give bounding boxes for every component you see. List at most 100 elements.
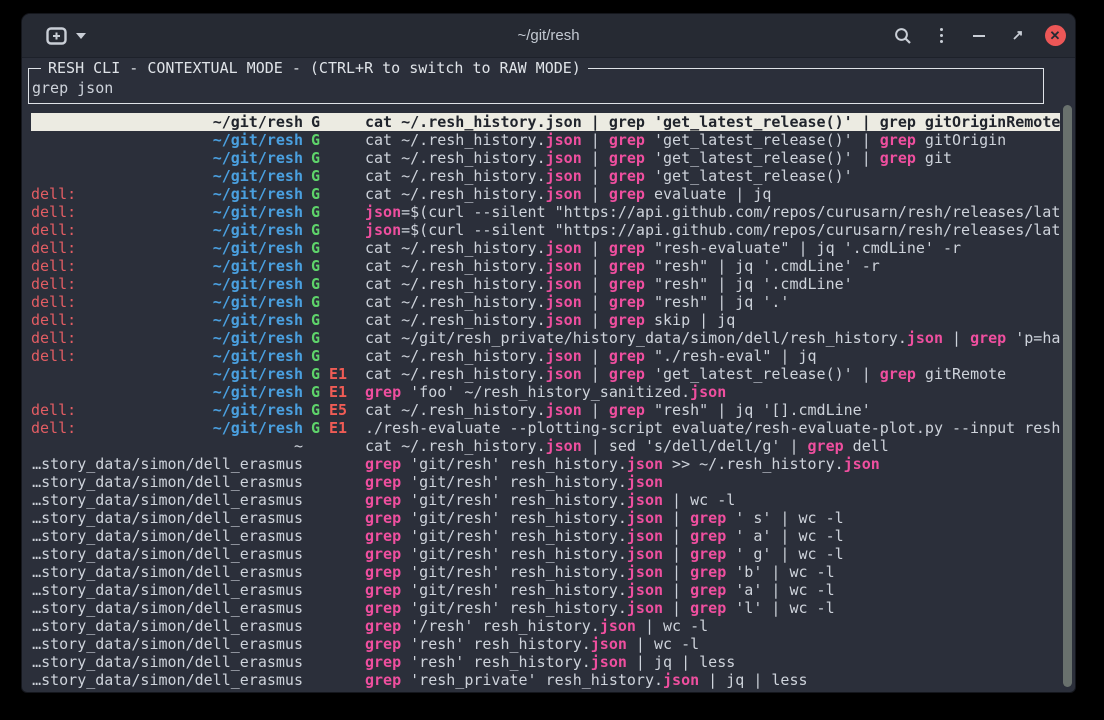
- command-segment: json: [591, 635, 627, 653]
- history-row[interactable]: dell:~/git/reshGE1./resh-evaluate --plot…: [31, 419, 1060, 437]
- history-row[interactable]: ~/git/reshGcat ~/.resh_history.json | gr…: [31, 113, 1060, 131]
- history-row[interactable]: dell:~/git/reshGcat ~/.resh_history.json…: [31, 185, 1060, 203]
- flag-g: G: [311, 257, 320, 275]
- command-text: grep 'git/resh' resh_history.json | grep…: [365, 581, 1060, 599]
- command-segment: 'l' | wc -l: [726, 599, 834, 617]
- flags: GE5: [311, 401, 365, 419]
- command-segment: grep: [880, 149, 916, 167]
- flag-g: G: [311, 113, 320, 131]
- path-label: ~/git/resh: [213, 131, 303, 149]
- command-text: grep 'git/resh' resh_history.json >> ~/.…: [365, 455, 1060, 473]
- path-label: ~/git/resh: [213, 239, 303, 257]
- history-row[interactable]: dell:~/git/reshGcat ~/.resh_history.json…: [31, 311, 1060, 329]
- history-row[interactable]: ~cat ~/.resh_history.json | sed 's/dell/…: [31, 437, 1060, 455]
- path-label: ~/git/resh: [213, 185, 303, 203]
- flags: GE1: [311, 383, 365, 401]
- history-row[interactable]: dell:~/git/reshGcat ~/.resh_history.json…: [31, 239, 1060, 257]
- flag-g: G: [311, 419, 320, 437]
- command-segment: grep: [365, 617, 401, 635]
- path-label: ~/git/resh: [213, 383, 303, 401]
- new-tab-button[interactable]: [40, 23, 92, 49]
- history-row[interactable]: …story_data/simon/dell_erasmusgrep 'resh…: [31, 671, 1060, 689]
- terminal-plus-icon: [46, 27, 67, 45]
- history-row[interactable]: ~/git/reshGcat ~/.resh_history.json | gr…: [31, 131, 1060, 149]
- history-row[interactable]: …story_data/simon/dell_erasmusgrep 'git/…: [31, 509, 1060, 527]
- menu-button[interactable]: [929, 24, 953, 48]
- history-row[interactable]: ~/git/resh GE1grep 'foo' ~/resh_history_s…: [31, 383, 1060, 401]
- flag-g: G: [311, 293, 320, 311]
- history-row[interactable]: dell:~/git/reshGcat ~/.resh_history.json…: [31, 257, 1060, 275]
- command-segment: ' g' | wc -l: [726, 545, 843, 563]
- command-segment: grep: [365, 671, 401, 689]
- command-text: cat ~/.resh_history.json | grep "resh" |…: [365, 275, 1060, 293]
- history-row[interactable]: …story_data/simon/dell_erasmusgrep 'git/…: [31, 581, 1060, 599]
- history-row[interactable]: dell:~/git/reshGcat ~/.resh_history.json…: [31, 275, 1060, 293]
- flags: G: [311, 185, 365, 203]
- flags: G: [311, 167, 365, 185]
- close-button[interactable]: ✕: [1043, 24, 1067, 48]
- history-row[interactable]: …story_data/simon/dell_erasmusgrep 'git/…: [31, 563, 1060, 581]
- history-row[interactable]: ~/git/reshGcat ~/.resh_history.json | gr…: [31, 167, 1060, 185]
- history-row[interactable]: …story_data/simon/dell_erasmusgrep '/res…: [31, 617, 1060, 635]
- command-segment: json: [600, 617, 636, 635]
- history-row[interactable]: dell:~/git/reshGjson=$(curl --silent "ht…: [31, 203, 1060, 221]
- history-row[interactable]: dell:~/git/reshGcat ~/.resh_history.json…: [31, 293, 1060, 311]
- flags: GE1: [311, 365, 365, 383]
- command-segment: cat ~/git/resh_private/history_data/simo…: [365, 329, 907, 347]
- command-segment: grep: [609, 113, 645, 131]
- history-row[interactable]: …story_data/simon/dell_erasmusgrep 'git/…: [31, 455, 1060, 473]
- flag-g: G: [311, 221, 320, 239]
- command-segment: grep: [880, 113, 916, 131]
- history-row[interactable]: dell:~/git/reshGcat ~/.resh_history.json…: [31, 347, 1060, 365]
- search-button[interactable]: [891, 24, 915, 48]
- command-segment: | wc -l: [636, 617, 708, 635]
- resh-header-box: RESH CLI - CONTEXTUAL MODE - (CTRL+R to …: [28, 68, 1044, 104]
- titlebar[interactable]: ~/git/resh: [22, 14, 1075, 58]
- command-segment: "./resh-eval" | jq: [645, 347, 817, 365]
- search-query-input[interactable]: grep json: [32, 79, 113, 97]
- history-row[interactable]: dell:~/git/reshGcat ~/git/resh_private/h…: [31, 329, 1060, 347]
- history-row[interactable]: ~/git/reshGcat ~/.resh_history.json | gr…: [31, 149, 1060, 167]
- command-segment: |: [582, 131, 609, 149]
- command-segment: |: [663, 599, 690, 617]
- history-row[interactable]: …story_data/simon/dell_erasmusgrep 'git/…: [31, 527, 1060, 545]
- history-row[interactable]: ~/git/reshGE1cat ~/.resh_history.json | …: [31, 365, 1060, 383]
- history-row[interactable]: …story_data/simon/dell_erasmusgrep 'git/…: [31, 473, 1060, 491]
- history-row[interactable]: …story_data/simon/dell_erasmusgrep 'resh…: [31, 653, 1060, 671]
- command-segment: cat ~/.resh_history.: [365, 401, 546, 419]
- history-row[interactable]: …story_data/simon/dell_erasmusgrep 'git/…: [31, 599, 1060, 617]
- history-row[interactable]: …story_data/simon/dell_erasmusgrep 'resh…: [31, 635, 1060, 653]
- host-path-cell: …story_data/simon/dell_erasmus: [31, 617, 303, 635]
- command-segment: 'foo' ~/resh_history_sanitized.: [401, 383, 690, 401]
- titlebar-right: ✕: [877, 24, 1067, 48]
- history-row[interactable]: …story_data/simon/dell_erasmusgrep 'git/…: [31, 545, 1060, 563]
- history-row[interactable]: …story_data/simon/dell_erasmusgrep 'git/…: [31, 491, 1060, 509]
- command-segment: json: [546, 347, 582, 365]
- command-text: grep 'git/resh' resh_history.json | wc -…: [365, 491, 1060, 509]
- command-segment: |: [582, 257, 609, 275]
- minimize-icon: [973, 35, 985, 37]
- history-row[interactable]: dell:~/git/reshGE5cat ~/.resh_history.js…: [31, 401, 1060, 419]
- command-text: grep 'foo' ~/resh_history_sanitized.json: [365, 383, 1060, 401]
- flags: G: [311, 311, 365, 329]
- host-path-cell: dell:~/git/resh: [31, 329, 303, 347]
- command-segment: "resh" | jq '[].cmdLine': [645, 401, 871, 419]
- flags: G: [311, 203, 365, 221]
- command-segment: | sed 's/dell/dell/g' |: [582, 437, 808, 455]
- screen: ~/git/resh: [0, 0, 1104, 720]
- flags: G: [311, 239, 365, 257]
- host-path-cell: …story_data/simon/dell_erasmus: [31, 509, 303, 527]
- mode-title: RESH CLI - CONTEXTUAL MODE - (CTRL+R to …: [41, 59, 588, 77]
- host-path-cell: dell:~/git/resh: [31, 401, 303, 419]
- command-segment: |: [582, 113, 609, 131]
- minimize-button[interactable]: [967, 24, 991, 48]
- host-path-cell: ~/git/resh: [31, 167, 303, 185]
- path-label: …story_data/simon/dell_erasmus: [32, 599, 303, 617]
- flags: [311, 563, 365, 581]
- command-segment: 'get_latest_release()' |: [645, 131, 880, 149]
- flag-g: G: [311, 131, 320, 149]
- command-segment: json: [844, 455, 880, 473]
- history-row[interactable]: dell:~/git/reshGjson=$(curl --silent "ht…: [31, 221, 1060, 239]
- restore-button[interactable]: [1005, 24, 1029, 48]
- scrollbar-thumb[interactable]: [1063, 105, 1072, 687]
